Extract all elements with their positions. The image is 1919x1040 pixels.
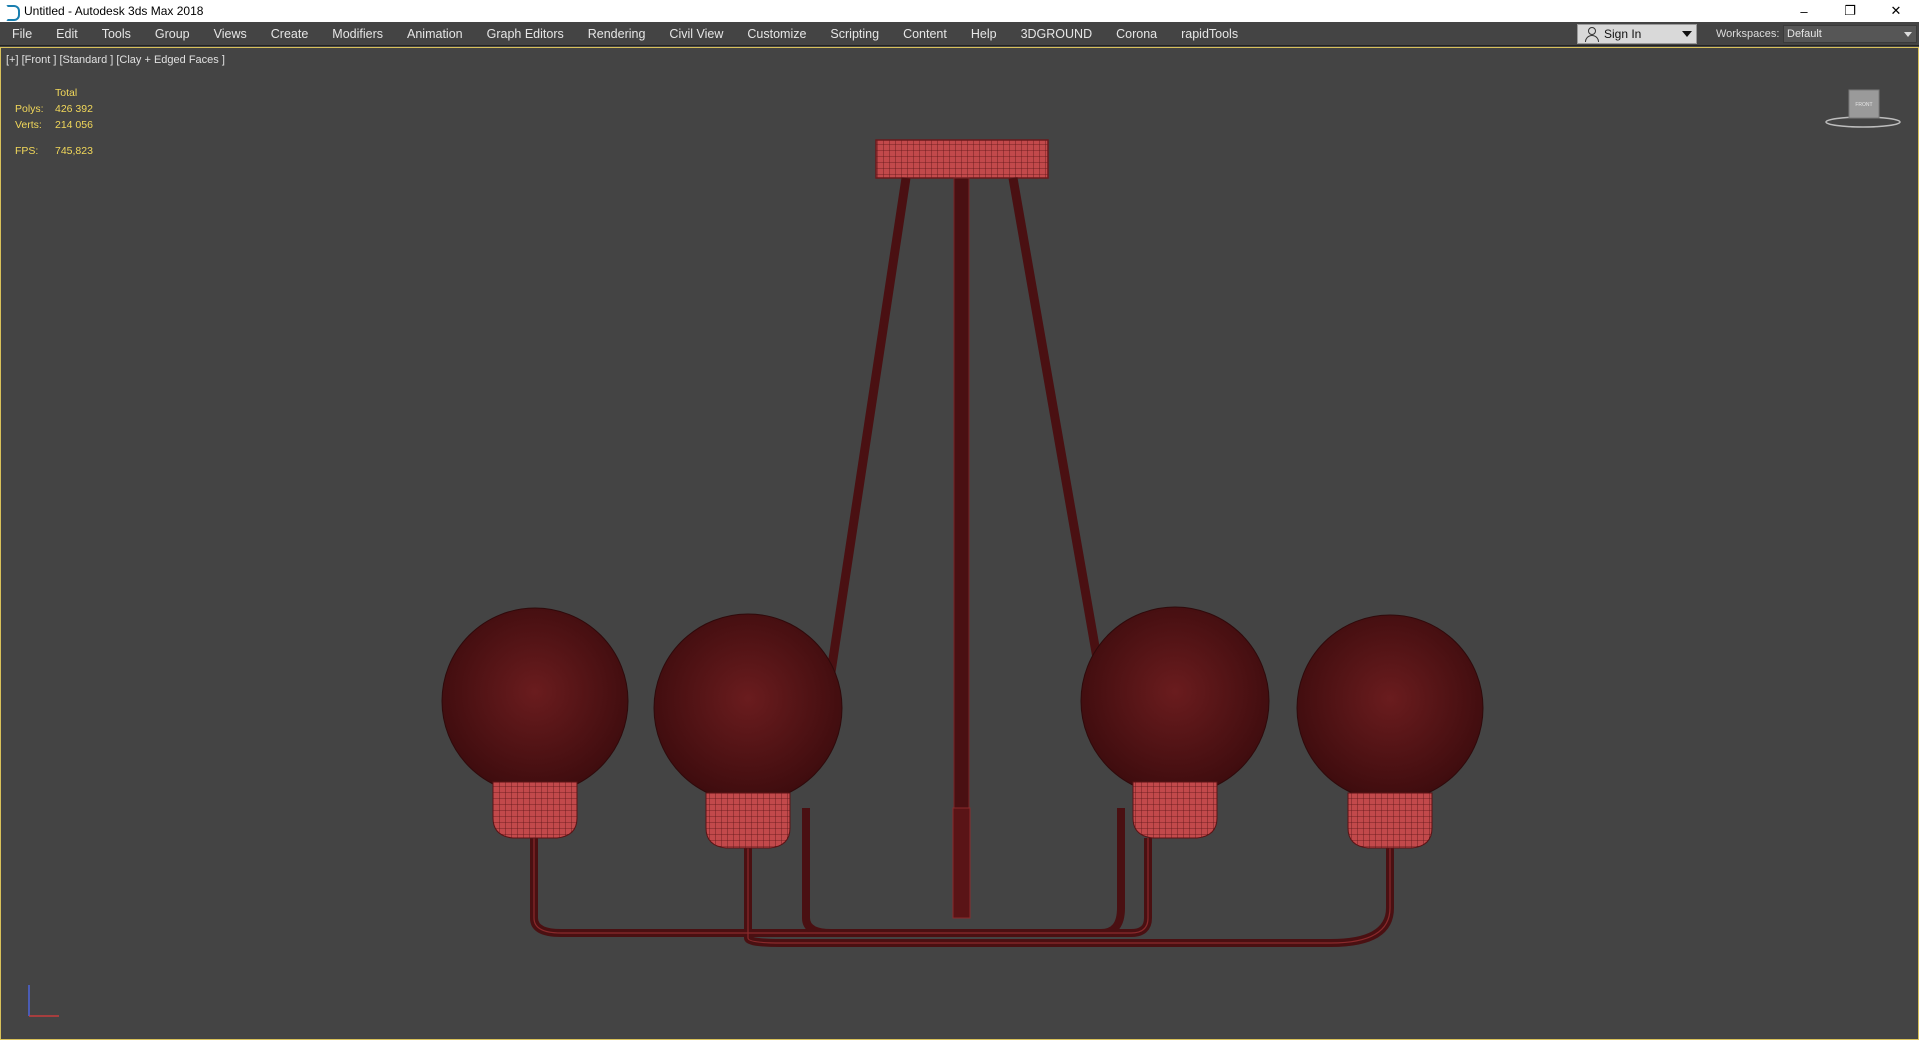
viewcube-face-label: FRONT bbox=[1855, 102, 1872, 108]
menu-modifiers[interactable]: Modifiers bbox=[320, 22, 395, 46]
rod-joint bbox=[952, 807, 971, 919]
menu-edit[interactable]: Edit bbox=[44, 22, 90, 46]
3dsmax-app-icon[interactable] bbox=[4, 4, 20, 21]
globe-2 bbox=[653, 613, 843, 803]
minimize-button[interactable]: – bbox=[1781, 0, 1827, 22]
socket-3 bbox=[1132, 781, 1218, 839]
menu-animation[interactable]: Animation bbox=[395, 22, 475, 46]
menu-create[interactable]: Create bbox=[259, 22, 321, 46]
menu-file[interactable]: File bbox=[0, 22, 44, 46]
window-title: Untitled - Autodesk 3ds Max 2018 bbox=[24, 4, 204, 18]
close-button[interactable]: ✕ bbox=[1873, 0, 1919, 22]
chevron-down-icon bbox=[1682, 31, 1692, 37]
window-controls: – ❐ ✕ bbox=[1781, 0, 1919, 22]
menu-civil-view[interactable]: Civil View bbox=[657, 22, 735, 46]
socket-2 bbox=[705, 792, 791, 849]
globe-1 bbox=[441, 607, 629, 795]
menu-group[interactable]: Group bbox=[143, 22, 202, 46]
menu-customize[interactable]: Customize bbox=[735, 22, 818, 46]
restore-button[interactable]: ❐ bbox=[1827, 0, 1873, 22]
menu-help[interactable]: Help bbox=[959, 22, 1009, 46]
menu-graph-editors[interactable]: Graph Editors bbox=[475, 22, 576, 46]
globe-4 bbox=[1296, 614, 1484, 802]
socket-4 bbox=[1347, 792, 1433, 849]
menu-3dground[interactable]: 3DGROUND bbox=[1009, 22, 1105, 46]
front-viewport[interactable]: [+] [Front ] [Standard ] [Clay + Edged F… bbox=[0, 47, 1919, 1040]
menu-tools[interactable]: Tools bbox=[90, 22, 143, 46]
title-bar: Untitled - Autodesk 3ds Max 2018 – ❐ ✕ bbox=[0, 0, 1919, 22]
workspaces-select[interactable]: Default bbox=[1783, 25, 1917, 43]
ceiling-canopy bbox=[875, 139, 1049, 179]
sign-in-label: Sign In bbox=[1604, 27, 1642, 41]
menu-content[interactable]: Content bbox=[891, 22, 959, 46]
user-icon bbox=[1584, 27, 1599, 42]
menu-rapidtools[interactable]: rapidTools bbox=[1169, 22, 1250, 46]
menu-scripting[interactable]: Scripting bbox=[818, 22, 891, 46]
menu-corona[interactable]: Corona bbox=[1104, 22, 1169, 46]
axis-tripod bbox=[28, 985, 59, 1017]
globe-3 bbox=[1080, 606, 1270, 796]
menu-rendering[interactable]: Rendering bbox=[576, 22, 658, 46]
workspaces-label: Workspaces: bbox=[1716, 28, 1780, 40]
viewcube[interactable]: FRONT bbox=[1825, 86, 1901, 132]
sign-in-dropdown[interactable]: Sign In bbox=[1577, 24, 1697, 44]
chevron-down-icon bbox=[1904, 32, 1912, 37]
socket-1 bbox=[492, 781, 578, 839]
workspaces-value: Default bbox=[1787, 28, 1822, 40]
menu-views[interactable]: Views bbox=[202, 22, 259, 46]
central-rod bbox=[953, 177, 970, 819]
chandelier-model[interactable] bbox=[1, 48, 1918, 1039]
left-diagonal-rod bbox=[816, 177, 911, 739]
